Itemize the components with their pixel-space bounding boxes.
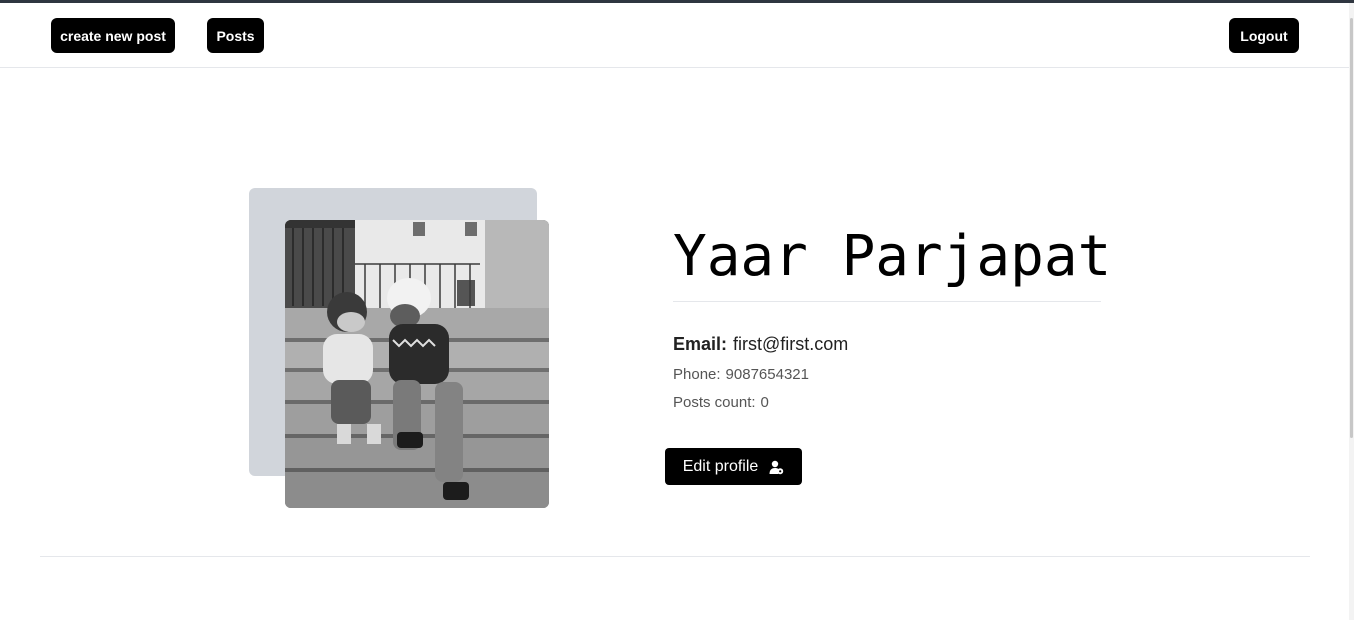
edit-profile-label: Edit profile <box>682 457 759 475</box>
posts-count-row: Posts count: 0 <box>673 394 769 411</box>
posts-count-value: 0 <box>760 394 769 411</box>
posts-count-label: Posts count: <box>673 394 756 411</box>
logout-button[interactable]: Logout <box>1229 18 1299 53</box>
bottom-divider <box>40 556 1310 557</box>
email-row: Email: first@first.com <box>673 334 848 355</box>
edit-profile-button[interactable]: Edit profile <box>665 448 802 485</box>
create-new-post-button[interactable]: create new post <box>51 18 175 53</box>
scrollbar-thumb[interactable] <box>1350 18 1353 438</box>
email-value: first@first.com <box>733 334 849 354</box>
email-label: Email: <box>673 334 728 354</box>
profile-name: Yaar Parjapat <box>673 224 1112 289</box>
posts-button[interactable]: Posts <box>207 18 264 53</box>
phone-value: 9087654321 <box>725 366 809 383</box>
navbar: create new post Posts Logout <box>0 3 1349 68</box>
profile-photo <box>285 220 549 508</box>
name-divider <box>673 301 1101 302</box>
user-edit-icon <box>768 459 784 475</box>
phone-row: Phone: 9087654321 <box>673 366 809 383</box>
phone-label: Phone: <box>673 366 721 383</box>
